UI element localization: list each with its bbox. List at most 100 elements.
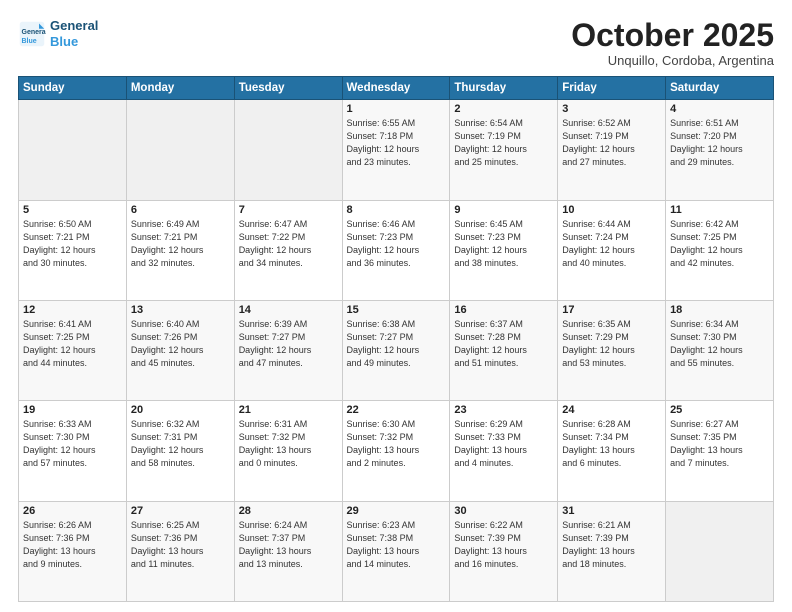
calendar-cell (234, 100, 342, 200)
calendar-cell: 29 Sunrise: 6:23 AM Sunset: 7:38 PM Dayli… (342, 501, 450, 601)
day-info: Sunrise: 6:41 AM Sunset: 7:25 PM Dayligh… (23, 318, 122, 370)
calendar-cell (126, 100, 234, 200)
day-info: Sunrise: 6:33 AM Sunset: 7:30 PM Dayligh… (23, 418, 122, 470)
day-info: Sunrise: 6:30 AM Sunset: 7:32 PM Dayligh… (347, 418, 446, 470)
day-number: 17 (562, 304, 661, 316)
day-number: 24 (562, 404, 661, 416)
day-info: Sunrise: 6:42 AM Sunset: 7:25 PM Dayligh… (670, 218, 769, 270)
day-number: 2 (454, 103, 553, 115)
day-number: 15 (347, 304, 446, 316)
day-info: Sunrise: 6:55 AM Sunset: 7:18 PM Dayligh… (347, 117, 446, 169)
day-number: 7 (239, 204, 338, 216)
day-number: 21 (239, 404, 338, 416)
day-number: 8 (347, 204, 446, 216)
calendar-cell: 24Sunrise: 6:28 AM Sunset: 7:34 PM Dayli… (558, 401, 666, 501)
day-number: 26 (23, 505, 122, 517)
calendar-cell: 25Sunrise: 6:27 AM Sunset: 7:35 PM Dayli… (666, 401, 774, 501)
weekday-saturday: Saturday (666, 77, 774, 100)
day-number: 3 (562, 103, 661, 115)
day-number: 13 (131, 304, 230, 316)
day-info: Sunrise: 6:45 AM Sunset: 7:23 PM Dayligh… (454, 218, 553, 270)
calendar-cell: 2 Sunrise: 6:54 AM Sunset: 7:19 PM Daylig… (450, 100, 558, 200)
day-info: Sunrise: 6:52 AM Sunset: 7:19 PM Dayligh… (562, 117, 661, 169)
svg-text:Blue: Blue (22, 37, 37, 44)
day-info: Sunrise: 6:22 AM Sunset: 7:39 PM Dayligh… (454, 519, 553, 571)
day-info: Sunrise: 6:50 AM Sunset: 7:21 PM Dayligh… (23, 218, 122, 270)
day-number: 6 (131, 204, 230, 216)
day-number: 27 (131, 505, 230, 517)
logo-text: General Blue (50, 18, 98, 49)
weekday-thursday: Thursday (450, 77, 558, 100)
calendar-cell: 19Sunrise: 6:33 AM Sunset: 7:30 PM Dayli… (19, 401, 127, 501)
day-info: Sunrise: 6:32 AM Sunset: 7:31 PM Dayligh… (131, 418, 230, 470)
day-info: Sunrise: 6:31 AM Sunset: 7:32 PM Dayligh… (239, 418, 338, 470)
week-row-2: 5 Sunrise: 6:50 AM Sunset: 7:21 PM Daylig… (19, 200, 774, 300)
weekday-header-row: SundayMondayTuesdayWednesdayThursdayFrid… (19, 77, 774, 100)
day-number: 5 (23, 204, 122, 216)
weekday-tuesday: Tuesday (234, 77, 342, 100)
day-info: Sunrise: 6:49 AM Sunset: 7:21 PM Dayligh… (131, 218, 230, 270)
day-info: Sunrise: 6:23 AM Sunset: 7:38 PM Dayligh… (347, 519, 446, 571)
week-row-5: 26 Sunrise: 6:26 AM Sunset: 7:36 PM Dayli… (19, 501, 774, 601)
logo-line2: Blue (50, 34, 78, 49)
calendar-cell: 9 Sunrise: 6:45 AM Sunset: 7:23 PM Daylig… (450, 200, 558, 300)
calendar-cell: 27 Sunrise: 6:25 AM Sunset: 7:36 PM Dayli… (126, 501, 234, 601)
day-number: 18 (670, 304, 769, 316)
day-info: Sunrise: 6:39 AM Sunset: 7:27 PM Dayligh… (239, 318, 338, 370)
day-info: Sunrise: 6:44 AM Sunset: 7:24 PM Dayligh… (562, 218, 661, 270)
day-number: 9 (454, 204, 553, 216)
weekday-monday: Monday (126, 77, 234, 100)
day-number: 1 (347, 103, 446, 115)
day-info: Sunrise: 6:34 AM Sunset: 7:30 PM Dayligh… (670, 318, 769, 370)
day-info: Sunrise: 6:29 AM Sunset: 7:33 PM Dayligh… (454, 418, 553, 470)
day-number: 31 (562, 505, 661, 517)
calendar-cell: 4Sunrise: 6:51 AM Sunset: 7:20 PM Daylig… (666, 100, 774, 200)
calendar-cell: 30 Sunrise: 6:22 AM Sunset: 7:39 PM Dayli… (450, 501, 558, 601)
calendar-cell: 14 Sunrise: 6:39 AM Sunset: 7:27 PM Dayli… (234, 300, 342, 400)
location: Unquillo, Cordoba, Argentina (571, 53, 774, 68)
month-title: October 2025 (571, 18, 774, 53)
header-right: October 2025 Unquillo, Cordoba, Argentin… (571, 18, 774, 68)
day-number: 14 (239, 304, 338, 316)
calendar-cell (666, 501, 774, 601)
calendar-cell: 8 Sunrise: 6:46 AM Sunset: 7:23 PM Daylig… (342, 200, 450, 300)
calendar-cell: 11 Sunrise: 6:42 AM Sunset: 7:25 PM Dayli… (666, 200, 774, 300)
day-number: 10 (562, 204, 661, 216)
day-number: 30 (454, 505, 553, 517)
day-info: Sunrise: 6:47 AM Sunset: 7:22 PM Dayligh… (239, 218, 338, 270)
day-info: Sunrise: 6:21 AM Sunset: 7:39 PM Dayligh… (562, 519, 661, 571)
day-info: Sunrise: 6:37 AM Sunset: 7:28 PM Dayligh… (454, 318, 553, 370)
calendar-cell: 26 Sunrise: 6:26 AM Sunset: 7:36 PM Dayli… (19, 501, 127, 601)
day-info: Sunrise: 6:25 AM Sunset: 7:36 PM Dayligh… (131, 519, 230, 571)
weekday-sunday: Sunday (19, 77, 127, 100)
calendar-cell: 12 Sunrise: 6:41 AM Sunset: 7:25 PM Dayli… (19, 300, 127, 400)
day-info: Sunrise: 6:26 AM Sunset: 7:36 PM Dayligh… (23, 519, 122, 571)
week-row-1: 1 Sunrise: 6:55 AM Sunset: 7:18 PM Daylig… (19, 100, 774, 200)
calendar-cell: 28Sunrise: 6:24 AM Sunset: 7:37 PM Dayli… (234, 501, 342, 601)
calendar-cell: 20 Sunrise: 6:32 AM Sunset: 7:31 PM Dayli… (126, 401, 234, 501)
day-number: 29 (347, 505, 446, 517)
calendar-cell: 31 Sunrise: 6:21 AM Sunset: 7:39 PM Dayli… (558, 501, 666, 601)
calendar-cell: 7 Sunrise: 6:47 AM Sunset: 7:22 PM Daylig… (234, 200, 342, 300)
top-section: General Blue General Blue October 2025 U… (18, 18, 774, 68)
day-info: Sunrise: 6:35 AM Sunset: 7:29 PM Dayligh… (562, 318, 661, 370)
calendar-cell: 22Sunrise: 6:30 AM Sunset: 7:32 PM Dayli… (342, 401, 450, 501)
day-number: 12 (23, 304, 122, 316)
day-number: 4 (670, 103, 769, 115)
weekday-wednesday: Wednesday (342, 77, 450, 100)
page: General Blue General Blue October 2025 U… (0, 0, 792, 612)
day-info: Sunrise: 6:40 AM Sunset: 7:26 PM Dayligh… (131, 318, 230, 370)
calendar-cell: 18 Sunrise: 6:34 AM Sunset: 7:30 PM Dayli… (666, 300, 774, 400)
day-info: Sunrise: 6:46 AM Sunset: 7:23 PM Dayligh… (347, 218, 446, 270)
day-number: 28 (239, 505, 338, 517)
calendar-cell: 17 Sunrise: 6:35 AM Sunset: 7:29 PM Dayli… (558, 300, 666, 400)
day-number: 20 (131, 404, 230, 416)
day-info: Sunrise: 6:54 AM Sunset: 7:19 PM Dayligh… (454, 117, 553, 169)
logo: General Blue General Blue (18, 18, 98, 49)
day-number: 11 (670, 204, 769, 216)
calendar-cell: 5 Sunrise: 6:50 AM Sunset: 7:21 PM Daylig… (19, 200, 127, 300)
calendar-cell: 3 Sunrise: 6:52 AM Sunset: 7:19 PM Daylig… (558, 100, 666, 200)
calendar-cell: 1 Sunrise: 6:55 AM Sunset: 7:18 PM Daylig… (342, 100, 450, 200)
logo-line1: General (50, 18, 98, 33)
day-info: Sunrise: 6:27 AM Sunset: 7:35 PM Dayligh… (670, 418, 769, 470)
